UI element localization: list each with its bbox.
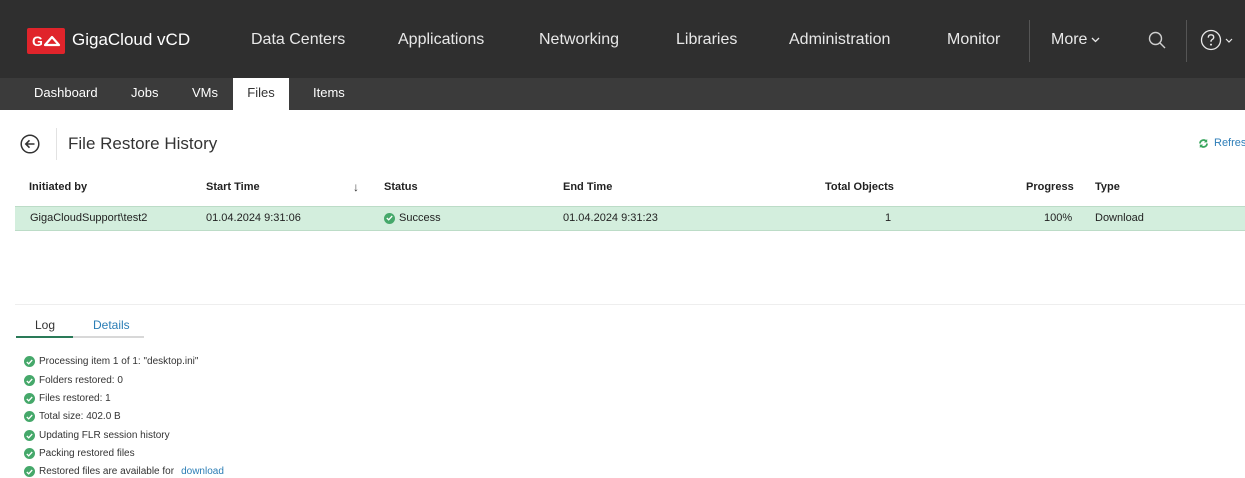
download-link[interactable]: download [181,466,224,477]
success-icon [24,448,35,459]
log-entry-text: Total size: 402.0 B [39,411,121,422]
panel-divider [15,304,1245,305]
log-entry-text: Folders restored: 0 [39,375,123,386]
cell-end-time: 01.04.2024 9:31:23 [563,212,658,224]
log-entry-text: Updating FLR session history [39,430,170,441]
header-divider [56,128,57,160]
column-header-progress[interactable]: Progress [1026,181,1074,193]
nav-administration[interactable]: Administration [789,29,890,51]
logo-icon: G [32,33,61,49]
tab-active-indicator [16,336,73,338]
nav-applications[interactable]: Applications [398,29,484,51]
tab-files[interactable]: Files [233,78,289,110]
column-header-total-objects[interactable]: Total Objects [825,181,894,193]
log-entry-text: Restored files are available for [39,466,175,477]
sort-descending-icon[interactable]: ↓ [353,180,359,194]
log-entry: Folders restored: 0 [24,375,123,386]
cell-type: Download [1095,212,1144,224]
app-logo[interactable]: GO G [27,28,65,54]
success-icon [24,375,35,386]
sub-nav: Dashboard Jobs VMs Files Items [0,78,1245,110]
nav-more-label: More [1051,31,1088,48]
column-header-type[interactable]: Type [1095,181,1120,193]
log-entry: Updating FLR session history [24,430,170,441]
refresh-button[interactable]: Refresh [1198,137,1245,149]
column-header-start-time[interactable]: Start Time [206,181,260,193]
nav-libraries[interactable]: Libraries [676,29,737,51]
success-icon [24,466,35,477]
log-entry-text: Processing item 1 of 1: "desktop.ini" [39,356,199,367]
column-header-initiated-by[interactable]: Initiated by [29,181,87,193]
success-icon [24,411,35,422]
help-icon [1200,29,1222,51]
success-icon [24,393,35,404]
arrow-left-circle-icon [20,134,40,154]
nav-divider-2 [1186,20,1187,62]
status-text: Success [399,212,441,224]
log-entry-text: Files restored: 1 [39,393,111,404]
tab-details[interactable]: Details [93,318,130,332]
log-entry: Packing restored files [24,448,135,459]
tab-items[interactable]: Items [300,78,358,110]
svg-text:G: G [32,33,43,49]
refresh-label: Refresh [1214,137,1245,149]
column-header-end-time[interactable]: End Time [563,181,612,193]
success-icon [24,430,35,441]
column-header-status[interactable]: Status [384,181,418,193]
cell-start-time: 01.04.2024 9:31:06 [206,212,301,224]
tab-dashboard[interactable]: Dashboard [21,78,111,110]
log-entry-text: Packing restored files [39,448,135,459]
nav-networking[interactable]: Networking [539,29,619,51]
cell-initiated-by: GigaCloudSupport\test2 [30,212,148,224]
nav-monitor[interactable]: Monitor [947,29,1000,51]
tab-jobs[interactable]: Jobs [118,78,171,110]
refresh-icon [1199,138,1208,148]
log-entry: Restored files are available for downloa… [24,466,224,477]
top-bar: GO G GigaCloud vCD Data Centers Applicat… [0,0,1245,78]
search-icon [1148,31,1166,49]
page-title: File Restore History [68,134,218,153]
search-button[interactable] [1148,31,1166,49]
back-button[interactable] [20,134,40,154]
help-button[interactable] [1200,29,1233,51]
app-title[interactable]: GigaCloud vCD [72,29,190,51]
log-entry: Files restored: 1 [24,393,111,404]
log-entry: Total size: 402.0 B [24,411,121,422]
nav-divider [1029,20,1030,62]
nav-more[interactable]: More [1051,29,1100,51]
chevron-down-icon [1091,37,1100,43]
success-icon [384,212,395,224]
log-entry: Processing item 1 of 1: "desktop.ini" [24,356,198,367]
success-icon [24,356,35,367]
chevron-down-icon [1225,38,1233,43]
cell-progress: 100% [1044,212,1073,224]
tab-vms[interactable]: VMs [179,78,231,110]
nav-data-centers[interactable]: Data Centers [251,29,345,51]
cell-status: Success [384,212,441,224]
tab-log[interactable]: Log [35,318,55,332]
cell-total-objects: 1 [885,212,892,224]
